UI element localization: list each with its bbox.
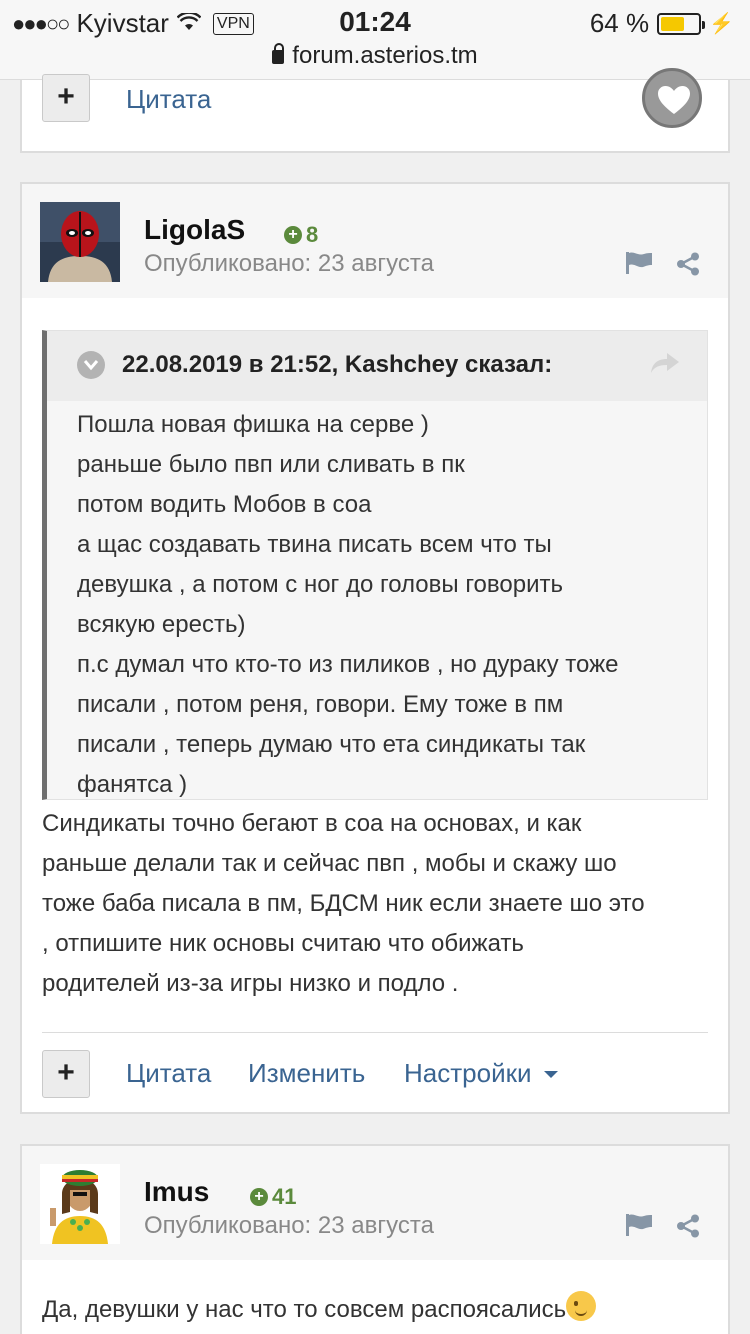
quote-line: п.с думал что кто-то из пиликов , но дур…: [77, 651, 619, 678]
body-line: Синдикаты точно бегают в соа на основах,…: [42, 810, 582, 837]
charging-icon: ⚡: [709, 13, 734, 35]
share-icon[interactable]: [676, 1214, 700, 1243]
quote-attribution[interactable]: 22.08.2019 в 21:52, Kashchey сказал:: [122, 351, 552, 379]
settings-label: Настройки: [404, 1058, 532, 1088]
quote-line: Пошла новая фишка на серве ): [77, 411, 429, 438]
heart-icon: [658, 86, 690, 114]
prev-post-footer: + Цитата: [20, 68, 730, 153]
lock-icon: [272, 43, 285, 64]
username[interactable]: LigolaS: [144, 214, 245, 246]
flag-icon[interactable]: [626, 252, 652, 279]
quote-line: потом водить Мобов в соа: [77, 491, 372, 518]
edit-link[interactable]: Изменить: [248, 1058, 365, 1089]
reputation-badge: +41: [250, 1184, 296, 1210]
wink-emoji-icon: [566, 1291, 597, 1321]
share-icon[interactable]: [676, 252, 700, 281]
post-date: Опубликовано: 23 августа: [144, 1212, 434, 1239]
quote-line: писали , потом реня, говори. Ему тоже в …: [77, 691, 564, 718]
chevron-down-icon: [83, 360, 99, 371]
battery-percent: 64 %: [589, 8, 650, 38]
quote-line: раньше было пвп или сливать в пк: [77, 451, 465, 478]
plus-circle-icon: +: [250, 1188, 268, 1206]
settings-dropdown[interactable]: Настройки: [404, 1058, 558, 1089]
like-button[interactable]: [642, 68, 702, 128]
post-header: LigolaS +8 Опубликовано: 23 августа: [22, 184, 728, 298]
post-header: Imus +41 Опубликовано: 23 августа: [22, 1146, 728, 1260]
battery-info: 64 % ⚡: [590, 8, 734, 39]
quote-link[interactable]: Цитата: [126, 84, 211, 115]
quote-line: фанятса ): [77, 771, 188, 798]
plus-button[interactable]: +: [42, 74, 90, 122]
caret-down-icon: [543, 1071, 558, 1078]
url-text: forum.asterios.tm: [292, 42, 478, 69]
battery-icon: [657, 12, 706, 35]
quote-text: Пошла новая фишка на серве ) раньше было…: [77, 405, 697, 805]
address-bar[interactable]: forum.asterios.tm: [0, 42, 750, 70]
post-card: Imus +41 Опубликовано: 23 августа Да, де…: [20, 1144, 730, 1334]
post-card: LigolaS +8 Опубликовано: 23 августа 22.0…: [20, 182, 730, 1114]
quote-line: девушка , а потом с ног до головы говори…: [77, 571, 563, 598]
body-line: Да, девушки у нас что то совсем распояса…: [42, 1290, 712, 1330]
quote-line: а щас создавать твина писать всем что ты: [77, 531, 552, 558]
reply-arrow-icon[interactable]: [651, 353, 679, 378]
flag-icon[interactable]: [626, 1214, 652, 1241]
body-text: Да, девушки у нас что то совсем распояса…: [42, 1296, 567, 1323]
body-line: родителей из-за игры низко и подло .: [42, 970, 459, 997]
avatar[interactable]: [40, 1164, 120, 1244]
quote-line: всякую ересть): [77, 611, 246, 638]
divider: [42, 1032, 708, 1033]
body-line: раньше делали так и сейчас пвп , мобы и …: [42, 850, 617, 877]
reputation-count: 41: [272, 1184, 297, 1209]
avatar[interactable]: [40, 202, 120, 282]
collapse-button[interactable]: [77, 351, 105, 379]
post-body: Синдикаты точно бегают в соа на основах,…: [42, 804, 712, 1004]
plus-circle-icon: +: [284, 226, 302, 244]
quote-header: 22.08.2019 в 21:52, Kashchey сказал:: [47, 331, 707, 401]
plus-button[interactable]: +: [42, 1050, 90, 1098]
quote-link[interactable]: Цитата: [126, 1058, 211, 1089]
post-body: Да, девушки у нас что то совсем распояса…: [42, 1290, 712, 1330]
body-line: , отпишите ник основы считаю что обижать: [42, 930, 524, 957]
quote-block: 22.08.2019 в 21:52, Kashchey сказал: Пош…: [42, 330, 708, 800]
username[interactable]: Imus: [144, 1176, 209, 1208]
quote-line: писали , теперь думаю что ета синдикаты …: [77, 731, 586, 758]
status-bar: ●●●○○ Kyivstar VPN 01:24 64 % ⚡ forum.as…: [0, 0, 750, 80]
reputation-badge: +8: [284, 222, 318, 248]
body-line: тоже баба писала в пм, БДСМ ник если зна…: [42, 890, 645, 917]
reputation-count: 8: [306, 222, 319, 247]
post-date: Опубликовано: 23 августа: [144, 250, 434, 277]
